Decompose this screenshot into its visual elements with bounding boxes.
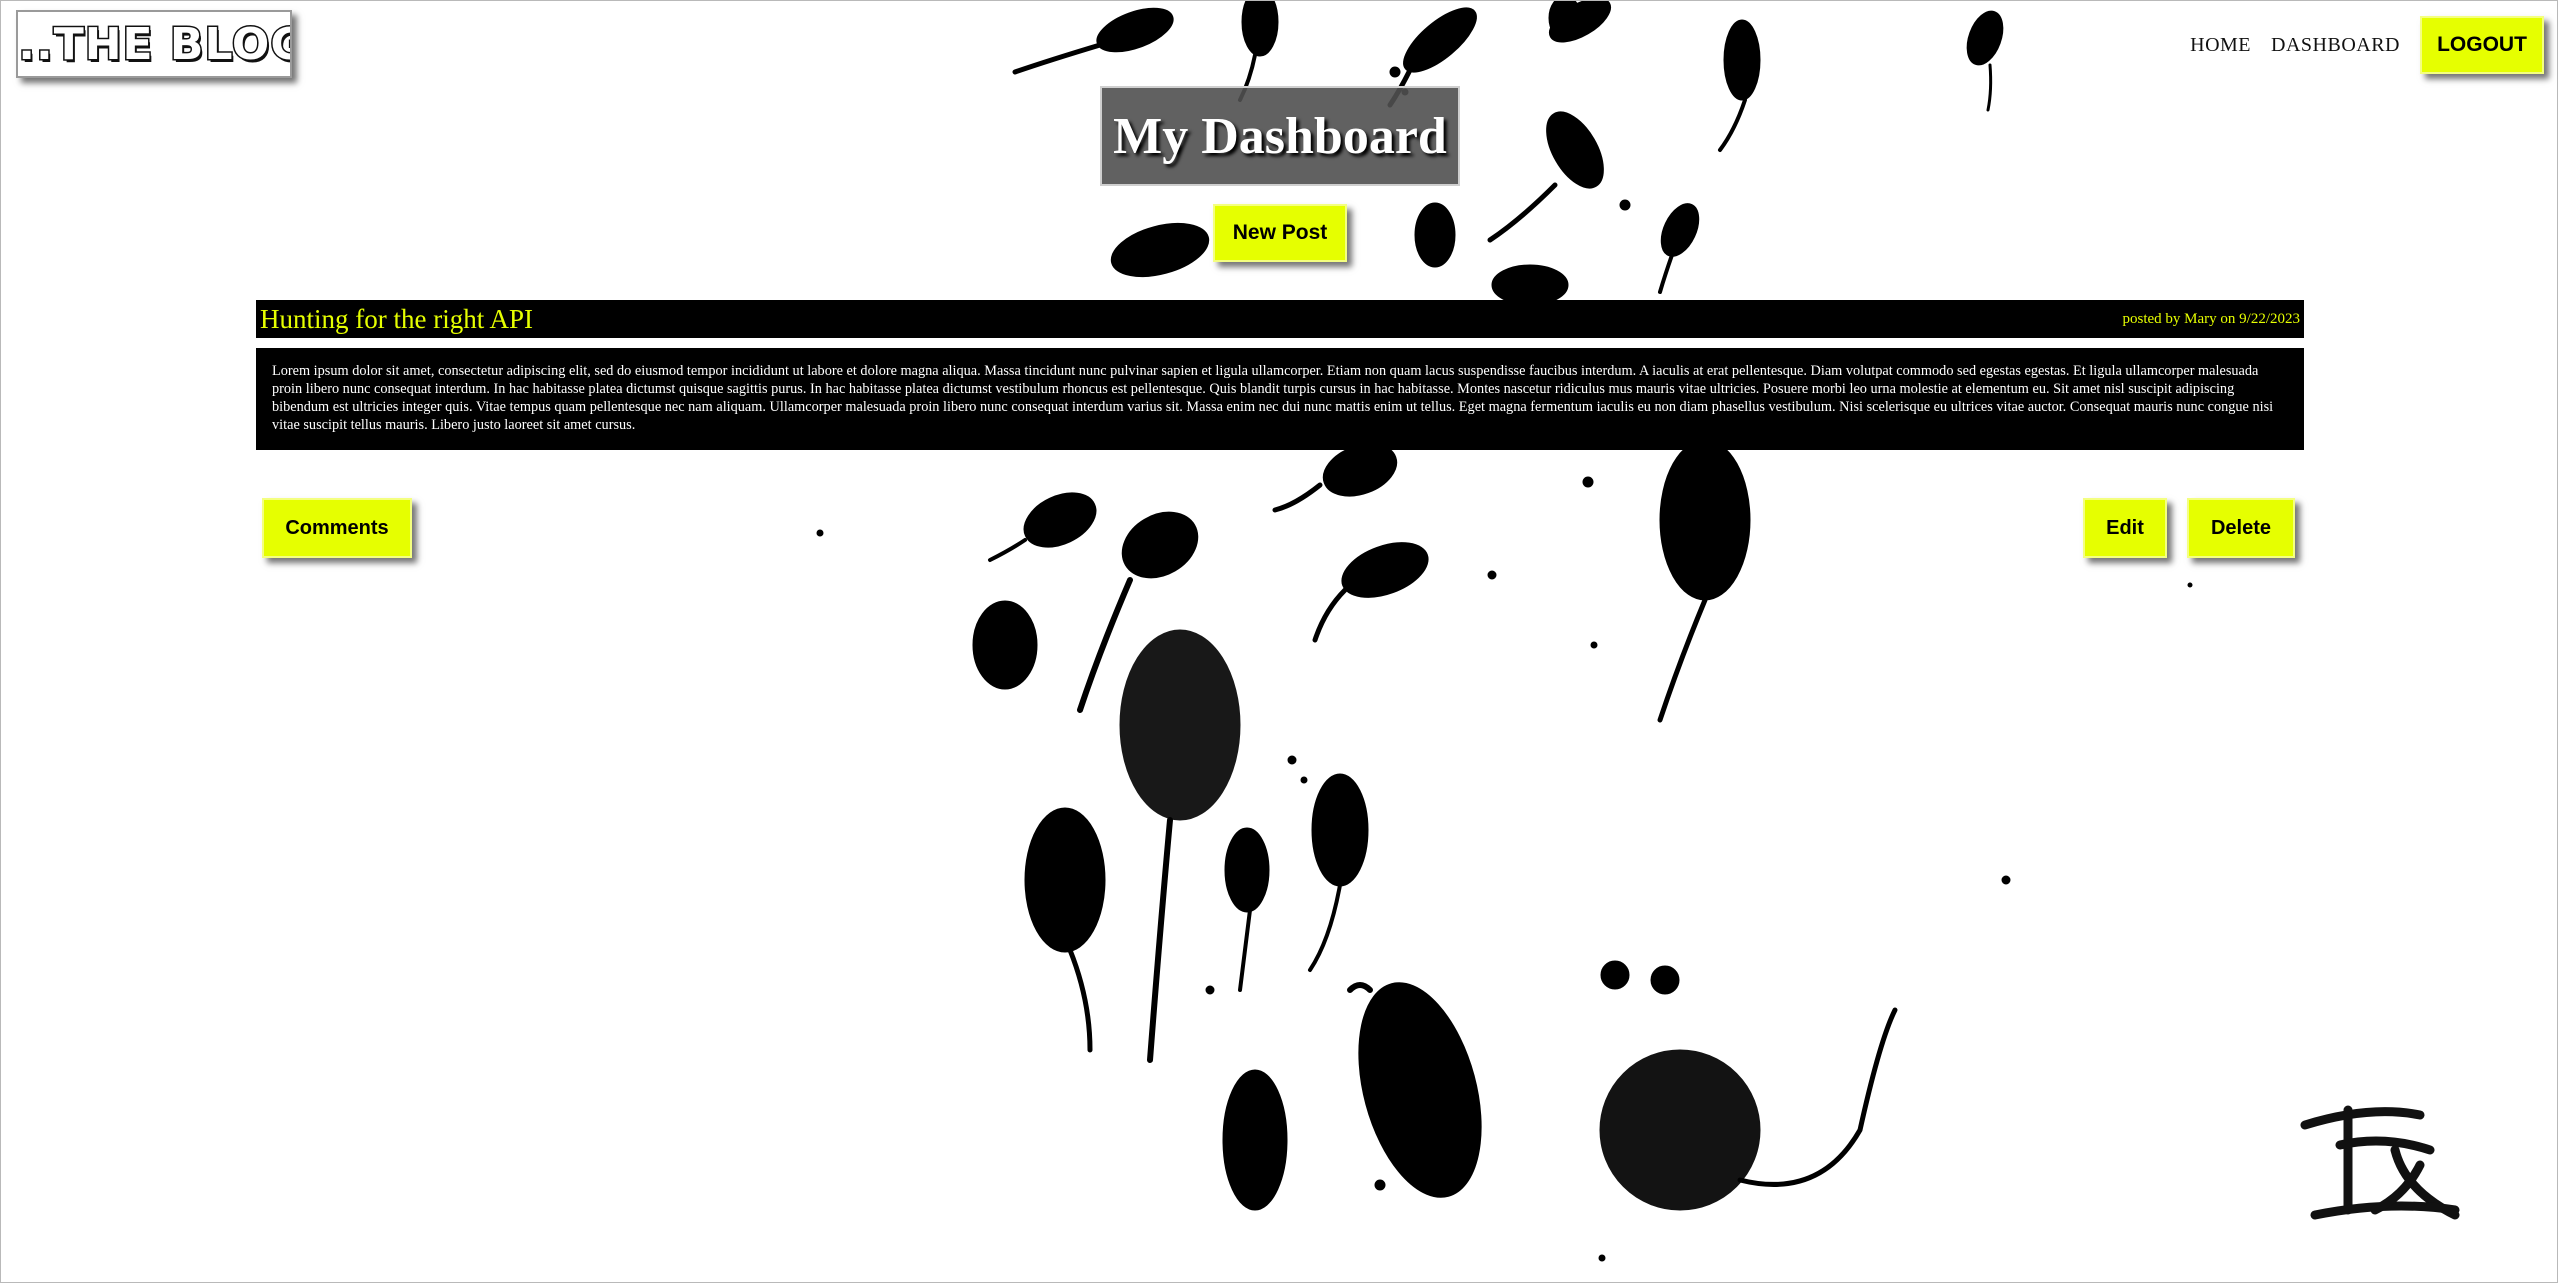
mouse-shape xyxy=(1024,807,1106,1053)
mouse-shape xyxy=(988,492,1097,562)
post-header[interactable]: Hunting for the right API posted by Mary… xyxy=(256,300,2304,338)
comments-button[interactable]: Comments xyxy=(262,498,412,558)
mouse-shape xyxy=(1308,773,1369,972)
mouse-shape xyxy=(1491,264,1569,306)
delete-button[interactable]: Delete xyxy=(2187,498,2295,558)
mouse-shape xyxy=(1347,982,1482,1198)
mouse-shape xyxy=(1658,203,1700,294)
mouse-shape xyxy=(1487,111,1604,243)
mouse-shape xyxy=(1119,629,1241,1063)
mouse-shape xyxy=(972,600,1038,690)
page-title: My Dashboard xyxy=(1113,107,1447,165)
signature-seal xyxy=(2300,1105,2460,1220)
logout-button[interactable]: LOGOUT xyxy=(2420,16,2544,74)
mouse-shape xyxy=(1012,7,1174,75)
logo-text: ...THE BLOG xyxy=(18,17,290,71)
nav-home-link[interactable]: HOME xyxy=(2190,34,2251,57)
mouse-shape xyxy=(1414,202,1456,268)
mouse-shape xyxy=(1548,0,1612,43)
mouse-shape xyxy=(1312,542,1429,643)
mouse-shape xyxy=(1110,222,1210,278)
page-title-box: My Dashboard xyxy=(1100,86,1460,186)
mouse-shape xyxy=(1222,1069,1288,1211)
post-body: Lorem ipsum dolor sit amet, consectetur … xyxy=(256,348,2304,450)
post-meta: posted by Mary on 9/22/2023 xyxy=(2122,310,2301,327)
ink-mice-background xyxy=(816,0,2460,1262)
new-post-button[interactable]: New Post xyxy=(1213,204,1347,262)
mouse-shape xyxy=(1238,0,1279,102)
mouse-shape xyxy=(1224,827,1270,992)
post-title[interactable]: Hunting for the right API xyxy=(260,304,533,335)
nav-dashboard-link[interactable]: DASHBOARD xyxy=(2271,34,2400,57)
main-nav: HOME DASHBOARD LOGOUT xyxy=(2190,14,2544,76)
mouse-shape xyxy=(1966,10,2004,112)
mouse-shape xyxy=(1718,19,1761,152)
mouse-shape xyxy=(1657,439,1751,723)
blog-logo[interactable]: ...THE BLOG xyxy=(16,10,292,78)
mouse-shape xyxy=(1599,960,1898,1211)
edit-button[interactable]: Edit xyxy=(2083,498,2167,558)
